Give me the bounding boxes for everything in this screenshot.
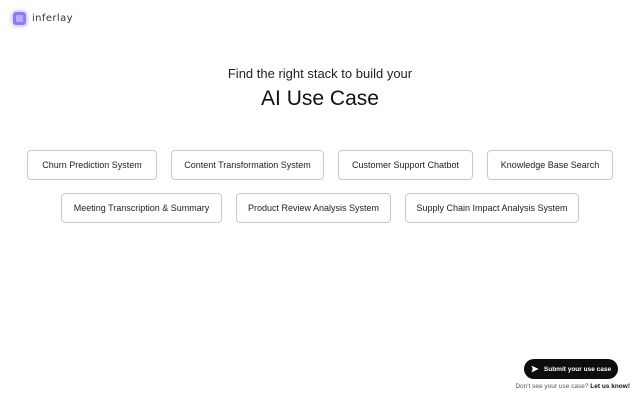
footer-prompt: Don't see your use case? (515, 383, 591, 390)
brand-name: inferlay (32, 13, 73, 24)
footer-note: Don't see your use case? Let us know! (515, 383, 630, 390)
use-case-meeting-transcription[interactable]: Meeting Transcription & Summary (61, 193, 222, 223)
use-case-customer-support-chatbot[interactable]: Customer Support Chatbot (338, 150, 473, 180)
let-us-know-link[interactable]: Let us know! (590, 383, 630, 390)
brand[interactable]: inferlay (13, 12, 73, 25)
submit-use-case-button[interactable]: Submit your use case (524, 359, 618, 379)
send-icon (531, 365, 539, 373)
page: inferlay Find the right stack to build y… (0, 0, 640, 400)
hero-subtitle: Find the right stack to build your (227, 66, 413, 81)
use-case-product-review-analysis[interactable]: Product Review Analysis System (236, 193, 391, 223)
submit-use-case-label: Submit your use case (543, 365, 612, 373)
use-case-supply-chain-impact[interactable]: Supply Chain Impact Analysis System (405, 193, 579, 223)
use-case-row-1: Churn Prediction System Content Transfor… (0, 150, 640, 180)
hero-title: AI Use Case (261, 87, 379, 110)
use-case-row-2: Meeting Transcription & Summary Product … (0, 193, 640, 223)
use-case-content-transformation[interactable]: Content Transformation System (171, 150, 324, 180)
use-case-knowledge-base-search[interactable]: Knowledge Base Search (487, 150, 613, 180)
inferlay-logo-icon (13, 12, 26, 25)
use-case-churn-prediction[interactable]: Churn Prediction System (27, 150, 157, 180)
